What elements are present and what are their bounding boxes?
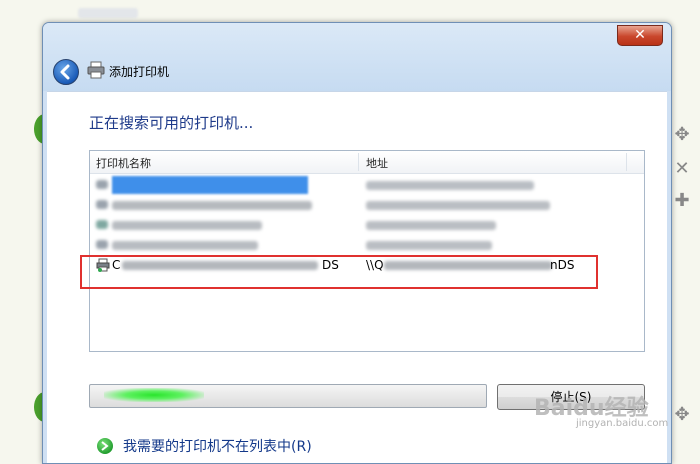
back-button[interactable] bbox=[53, 59, 79, 85]
baidu-watermark-url: jingyan.baidu.com bbox=[576, 418, 669, 429]
printer-icon bbox=[96, 180, 108, 189]
blurred-printer-name bbox=[112, 201, 312, 210]
printer-list[interactable]: 打印机名称 地址 C DS \\Q nDS bbox=[89, 150, 645, 352]
printer-not-listed-label[interactable]: 我需要的打印机不在列表中(R) bbox=[123, 436, 312, 456]
move-handle-icon[interactable]: ✥ bbox=[668, 124, 696, 146]
title-bar bbox=[43, 23, 671, 91]
column-divider bbox=[626, 153, 627, 171]
progress-indicator bbox=[104, 388, 204, 402]
blurred-printer-name bbox=[112, 221, 262, 230]
close-icon[interactable]: ✕ bbox=[668, 158, 696, 180]
move-handle-icon[interactable]: ✥ bbox=[668, 404, 696, 426]
printer-icon bbox=[87, 61, 105, 79]
window-title: 添加打印机 bbox=[109, 65, 170, 79]
blurred-address bbox=[366, 181, 534, 190]
list-item[interactable] bbox=[90, 235, 644, 255]
background-blurred-text bbox=[78, 8, 138, 18]
printer-icon bbox=[96, 240, 108, 249]
close-button[interactable]: ✕ bbox=[617, 25, 663, 46]
list-item[interactable] bbox=[90, 215, 644, 235]
blurred-address bbox=[366, 241, 492, 250]
list-header: 打印机名称 地址 bbox=[90, 151, 644, 174]
column-header-printer-name[interactable]: 打印机名称 bbox=[96, 155, 151, 171]
back-arrow-icon bbox=[60, 64, 70, 80]
printer-icon bbox=[96, 220, 108, 229]
blurred-printer-name bbox=[112, 241, 258, 250]
blurred-address bbox=[366, 201, 550, 210]
column-divider bbox=[358, 153, 359, 171]
selection-highlight bbox=[112, 176, 308, 194]
search-heading: 正在搜索可用的打印机... bbox=[89, 114, 254, 132]
list-item[interactable] bbox=[90, 175, 644, 195]
search-progress-bar bbox=[89, 384, 487, 408]
blurred-address bbox=[366, 221, 496, 230]
list-item[interactable] bbox=[90, 195, 644, 215]
printer-icon bbox=[96, 200, 108, 209]
column-header-address[interactable]: 地址 bbox=[366, 155, 388, 171]
green-arrow-icon bbox=[97, 438, 113, 454]
add-icon[interactable]: ✚ bbox=[668, 190, 696, 212]
annotation-red-box bbox=[80, 255, 598, 289]
